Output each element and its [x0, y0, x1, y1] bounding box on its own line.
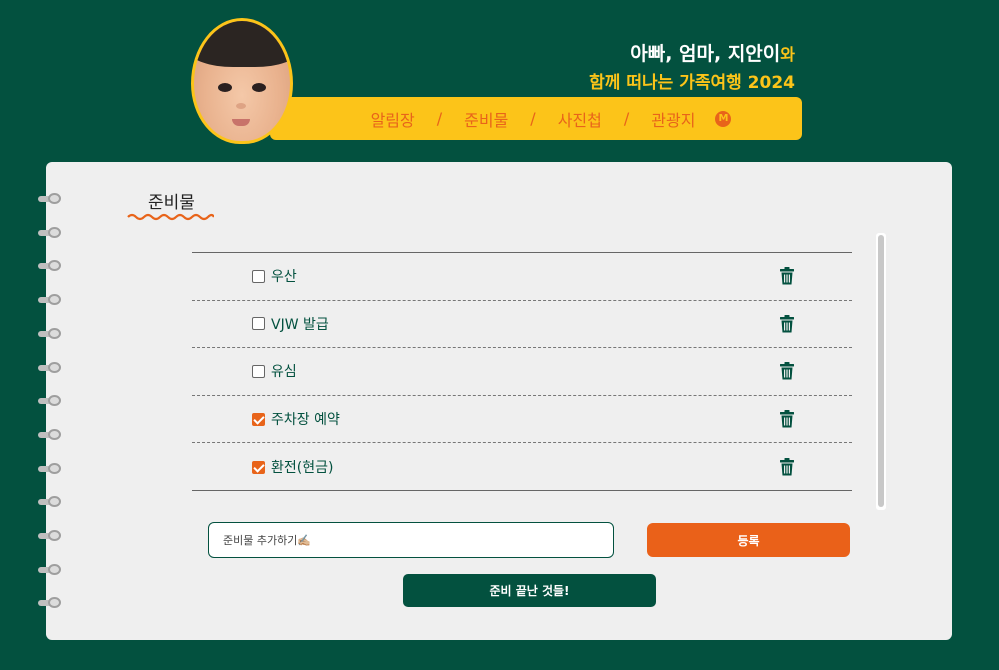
- list-item: 우산: [192, 253, 852, 301]
- title-family-names: 아빠, 엄마, 지안이: [630, 43, 781, 65]
- title-line-1: 아빠, 엄마, 지안이와: [589, 40, 795, 69]
- avatar-nose: [236, 103, 246, 109]
- baby-avatar: [191, 18, 293, 144]
- binding-ring: [38, 361, 64, 373]
- trash-icon[interactable]: [779, 458, 795, 476]
- item-checkbox[interactable]: [252, 412, 265, 426]
- nav-link-supplies[interactable]: 준비물: [464, 107, 508, 131]
- binding-ring: [38, 530, 64, 541]
- m-badge-icon[interactable]: M: [715, 110, 732, 127]
- page-title: 아빠, 엄마, 지안이와 함께 떠나는 가족여행 2024: [589, 40, 795, 97]
- binding-ring: [38, 193, 64, 204]
- binding-ring: [38, 428, 64, 440]
- trash-icon[interactable]: [779, 314, 795, 333]
- binding-ring: [38, 462, 64, 474]
- avatar-hair: [194, 21, 290, 67]
- item-label: 환전(현금): [271, 460, 334, 477]
- nav-separator: /: [530, 109, 536, 128]
- list-item: 환전(현금): [192, 443, 852, 491]
- list-item: VJW 발급: [192, 301, 852, 349]
- section-title: 준비물: [148, 193, 195, 213]
- list-scrollbar[interactable]: [876, 233, 886, 510]
- avatar-eye-left: [218, 83, 232, 92]
- main-nav: 알림장 / 준비물 / 사진첩 / 관광지 M: [270, 97, 802, 140]
- squiggle-underline: [127, 213, 214, 221]
- binding-ring: [38, 395, 64, 407]
- binding-ring: [38, 597, 64, 609]
- binding-ring: [38, 496, 64, 508]
- item-checkbox[interactable]: [252, 460, 265, 474]
- item-label: 우산: [271, 269, 297, 286]
- nav-link-attractions[interactable]: 관광지: [651, 107, 695, 131]
- list-item: 유심: [192, 348, 852, 396]
- item-checkbox[interactable]: [252, 269, 265, 283]
- binding-ring: [38, 563, 64, 575]
- item-label: 유심: [271, 364, 297, 381]
- supply-list: 우산 VJW 발급 유심 주차장 예약 환전(현금): [192, 252, 852, 491]
- item-label: VJW 발급: [271, 316, 329, 333]
- nav-separator: /: [623, 109, 630, 128]
- avatar-eye-right: [252, 83, 266, 92]
- add-supply-input[interactable]: [208, 522, 614, 558]
- title-line-2: 함께 떠나는 가족여행 2024: [589, 73, 795, 93]
- item-checkbox[interactable]: [252, 317, 265, 331]
- scrollbar-thumb[interactable]: [878, 235, 884, 507]
- binding-ring: [38, 327, 64, 339]
- item-checkbox[interactable]: [252, 364, 265, 378]
- trash-icon[interactable]: [779, 267, 795, 285]
- nav-link-photos[interactable]: 사진첩: [558, 107, 602, 131]
- nav-link-notice[interactable]: 알림장: [371, 107, 415, 131]
- trash-icon[interactable]: [779, 410, 795, 428]
- binding-ring: [38, 260, 64, 272]
- done-items-button[interactable]: 준비 끝난 것들!: [403, 574, 656, 607]
- binding-ring: [38, 226, 64, 238]
- binding-ring: [38, 294, 64, 306]
- title-suffix: 와: [780, 45, 795, 64]
- trash-icon[interactable]: [779, 362, 795, 380]
- avatar-mouth: [232, 119, 250, 126]
- nav-separator: /: [436, 109, 443, 128]
- list-item: 주차장 예약: [192, 396, 852, 444]
- register-button[interactable]: 등록: [647, 523, 850, 557]
- item-label: 주차장 예약: [271, 412, 340, 429]
